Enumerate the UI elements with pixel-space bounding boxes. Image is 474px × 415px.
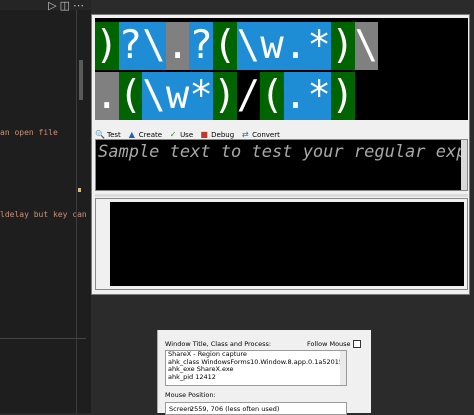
- regex-token: .: [95, 72, 119, 120]
- regex-token: ?: [118, 22, 143, 70]
- regex-token: (: [212, 22, 237, 70]
- window-spy-panel: Window Title, Class and Process: Follow …: [157, 330, 371, 415]
- regex-toolbar: 🔍 Test ▲ Create ✓ Use ■ Debug ⇄ Convert: [95, 122, 468, 139]
- regex-token: *: [307, 72, 331, 120]
- regex-token: [378, 72, 402, 120]
- regex-token: \: [236, 22, 261, 70]
- regex-token: [401, 22, 426, 70]
- follow-mouse-option[interactable]: Follow Mouse: [307, 340, 361, 348]
- scrollbar-marker: [78, 188, 81, 192]
- regex-token: *: [189, 72, 213, 120]
- match-results-pane[interactable]: [95, 198, 468, 290]
- regex-token: ): [95, 22, 119, 70]
- regex-token: \: [142, 72, 166, 120]
- regex-token: ): [212, 72, 237, 120]
- regex-token: [425, 22, 449, 70]
- mouse-position-textbox[interactable]: Screen: 2559, 706 (less often used): [165, 402, 347, 415]
- match-results-output: [110, 202, 464, 286]
- regex-token: .: [283, 72, 308, 120]
- code-line: ldelay but key can: [0, 210, 86, 219]
- window-pid-value: ahk_pid 12412: [168, 372, 216, 381]
- editor-title-bar: ▷◫⋯: [0, 0, 91, 12]
- regex-tester-window: )?\.?(\w.*)\ .(\w*)/(.*) 🔍 Test ▲ Create ✓ Us…: [91, 14, 470, 295]
- run-icon[interactable]: ▷: [48, 0, 59, 12]
- regex-token: [425, 72, 449, 120]
- editor-scrollbar-thumb[interactable]: [79, 60, 83, 100]
- window-info-textbox[interactable]: ShareX - Region capture ahk_class Window…: [165, 350, 347, 386]
- regex-pattern-line-2: .(\w*)/(.*): [95, 72, 468, 120]
- code-line: an open file: [0, 128, 58, 137]
- toolbar-button-label: Convert: [252, 131, 280, 139]
- regex-token: /: [236, 72, 261, 120]
- regex-pattern-line-1: )?\.?(\w.*)\: [95, 22, 468, 70]
- editor-actions: ▷◫⋯: [48, 0, 87, 12]
- sample-text: Sample text to test your regular expre: [98, 142, 468, 162]
- panel-divider: [0, 338, 86, 339]
- mouse-position-label: Mouse Position:: [165, 391, 216, 399]
- toolbar-button-label: Debug: [211, 131, 235, 139]
- screen-coordinates-value: 2559, 706 (less often used): [190, 405, 280, 413]
- code-editor[interactable]: ▷◫⋯ an open file ldelay but key can: [0, 0, 91, 413]
- sample-scrollbar[interactable]: [461, 140, 467, 190]
- pane-splitter[interactable]: [95, 194, 468, 197]
- regex-token: w: [165, 72, 190, 120]
- follow-mouse-label: Follow Mouse: [307, 340, 351, 348]
- toolbar-button-label: Use: [180, 131, 194, 139]
- regex-token: ?: [189, 22, 213, 70]
- regex-token: [401, 72, 426, 120]
- minimap-divider: [76, 10, 77, 413]
- regex-token: .: [165, 22, 190, 70]
- regex-token: [378, 22, 402, 70]
- regex-token: [448, 22, 468, 70]
- info-scrollbar[interactable]: [340, 351, 346, 385]
- sample-text-input[interactable]: Sample text to test your regular expre: [95, 139, 468, 191]
- regex-token: \: [354, 22, 379, 70]
- regex-token: w: [260, 22, 284, 70]
- regex-token: [448, 72, 468, 120]
- regex-token: *: [307, 22, 331, 70]
- toolbar-button-label: Test: [107, 131, 121, 139]
- regex-token: (: [260, 72, 284, 120]
- regex-token: ): [330, 22, 355, 70]
- regex-token: ): [330, 72, 355, 120]
- follow-mouse-checkbox[interactable]: [352, 340, 361, 348]
- regex-token: [354, 72, 379, 120]
- regex-pattern-editor[interactable]: )?\.?(\w.*)\ .(\w*)/(.*): [95, 18, 468, 120]
- regex-token: (: [118, 72, 143, 120]
- regex-token: .: [283, 22, 308, 70]
- split-editor-icon[interactable]: ◫: [60, 0, 73, 12]
- regex-token: \: [142, 22, 166, 70]
- window-title-label: Window Title, Class and Process:: [165, 340, 272, 348]
- toolbar-button-label: Create: [138, 131, 163, 139]
